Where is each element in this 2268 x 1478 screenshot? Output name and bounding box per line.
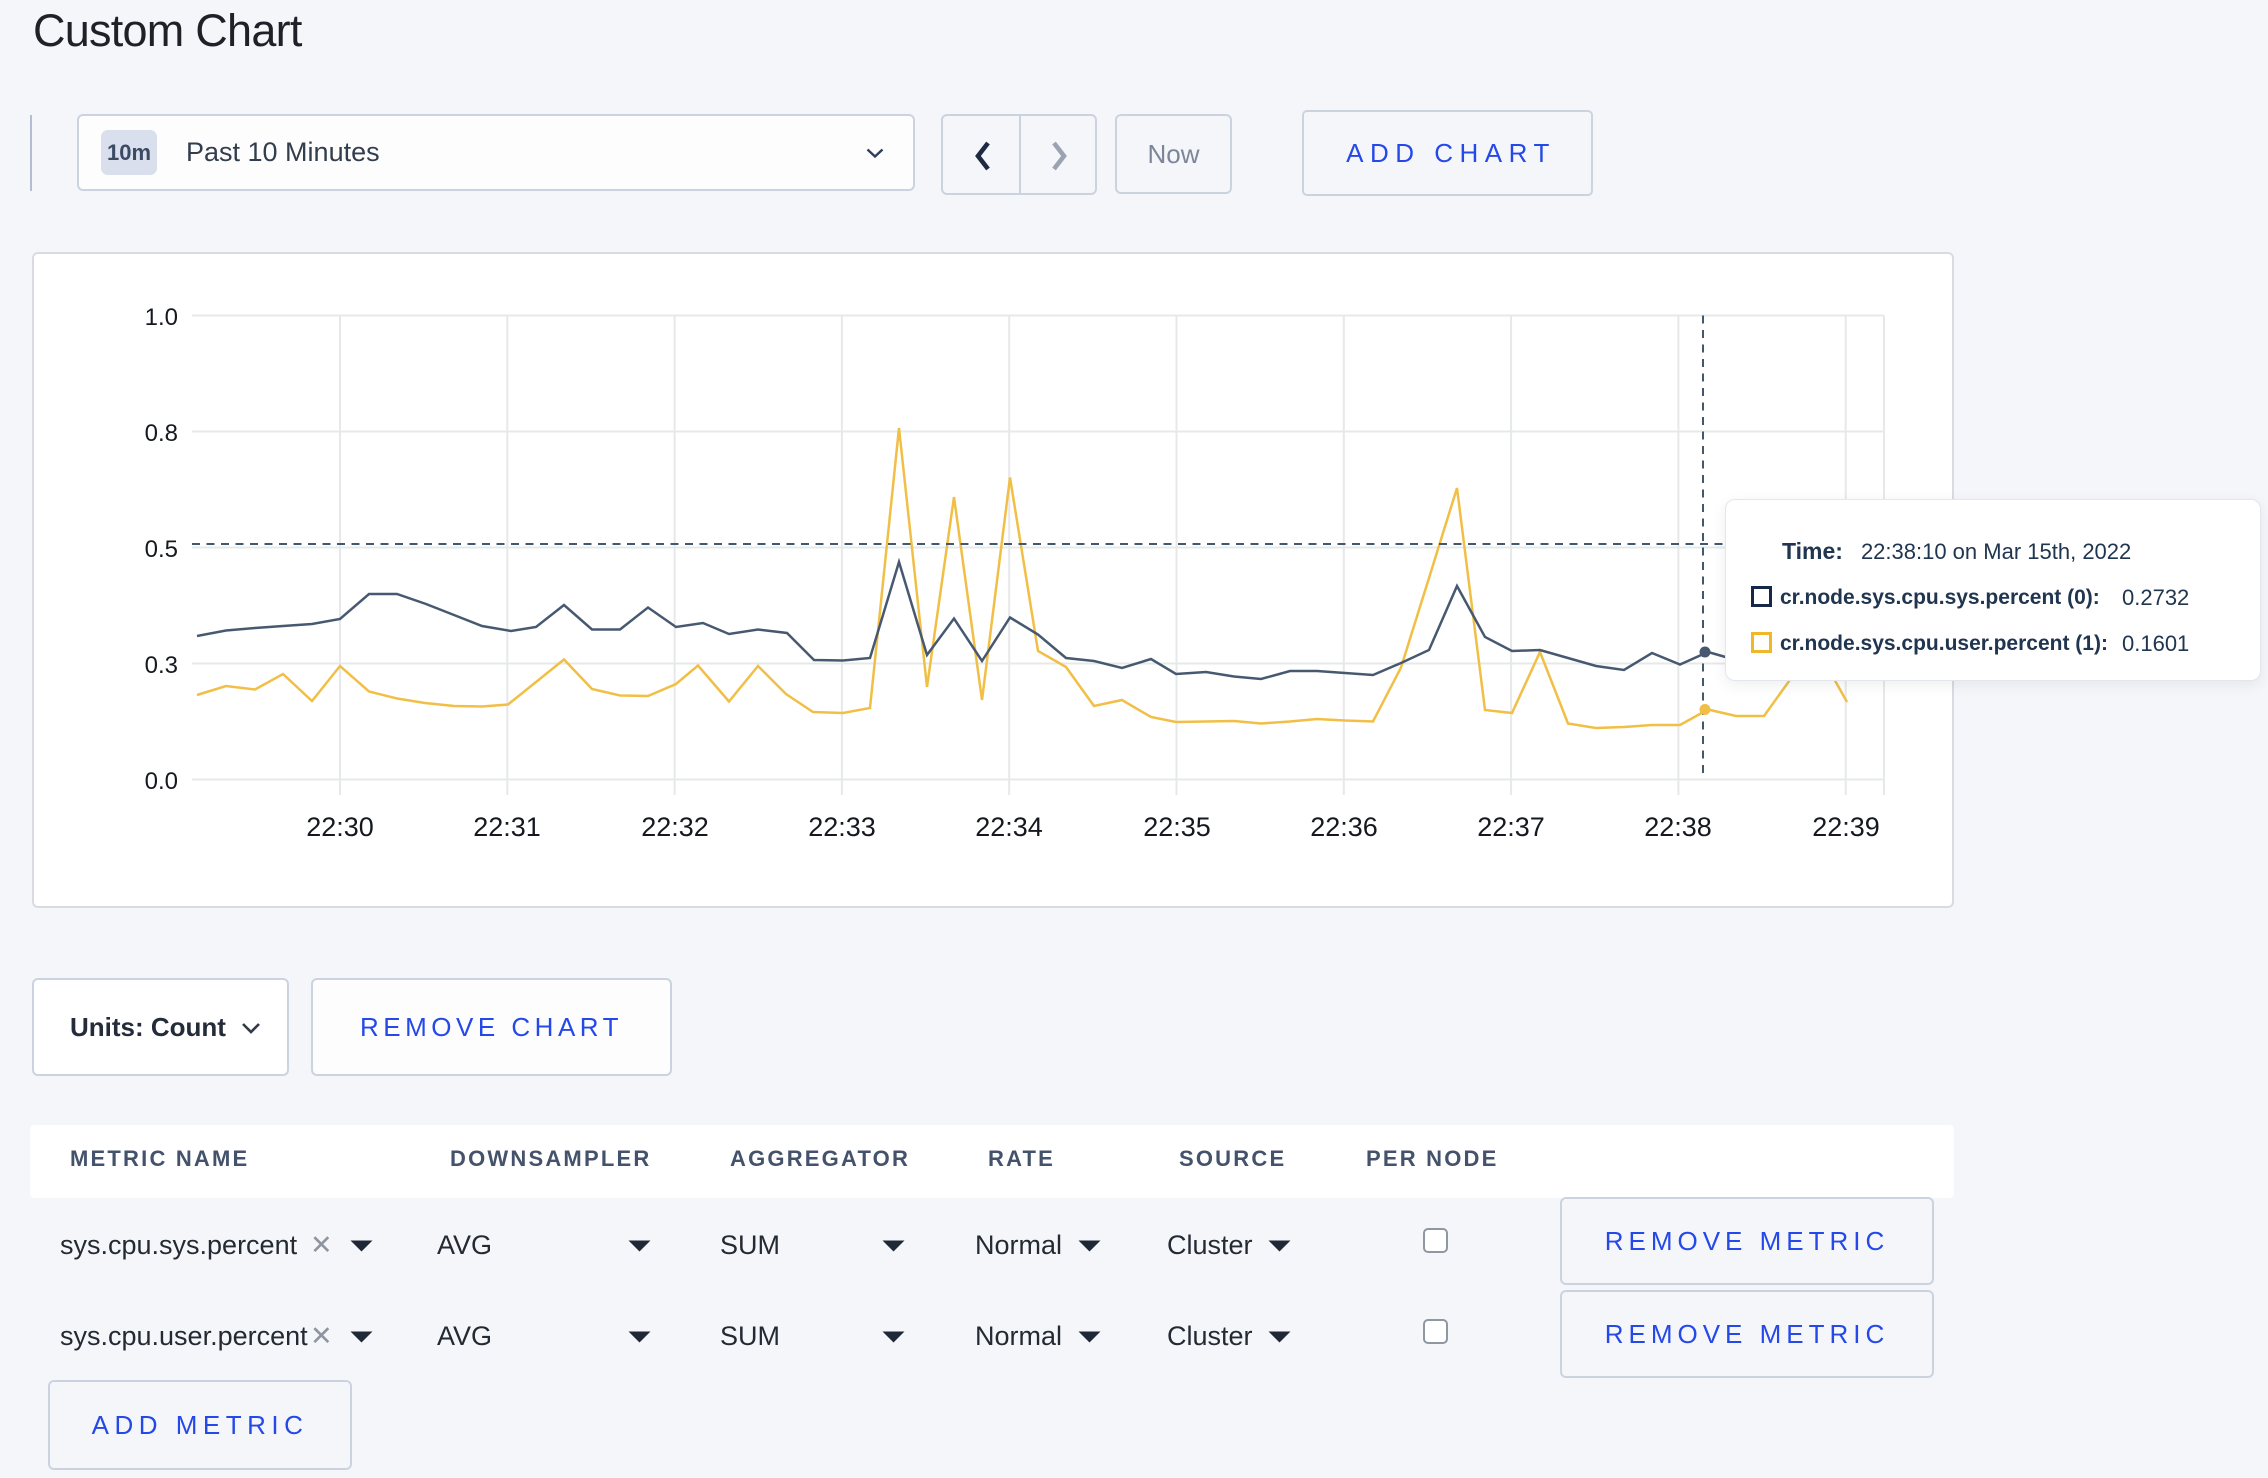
svg-text:22:37: 22:37 xyxy=(1477,812,1545,842)
svg-text:1.0: 1.0 xyxy=(145,304,178,331)
svg-text:22:32: 22:32 xyxy=(641,812,709,842)
svg-text:22:33: 22:33 xyxy=(808,812,876,842)
svg-text:0.5: 0.5 xyxy=(145,536,178,563)
svg-text:22:34: 22:34 xyxy=(975,812,1043,842)
svg-text:0.8: 0.8 xyxy=(145,420,178,447)
svg-text:0.0: 0.0 xyxy=(145,768,178,795)
svg-text:0.3: 0.3 xyxy=(145,652,178,679)
svg-text:22:31: 22:31 xyxy=(473,812,541,842)
svg-text:22:39: 22:39 xyxy=(1812,812,1880,842)
svg-text:22:36: 22:36 xyxy=(1310,812,1378,842)
svg-text:22:30: 22:30 xyxy=(306,812,374,842)
svg-text:22:35: 22:35 xyxy=(1143,812,1211,842)
svg-text:22:38: 22:38 xyxy=(1644,812,1712,842)
